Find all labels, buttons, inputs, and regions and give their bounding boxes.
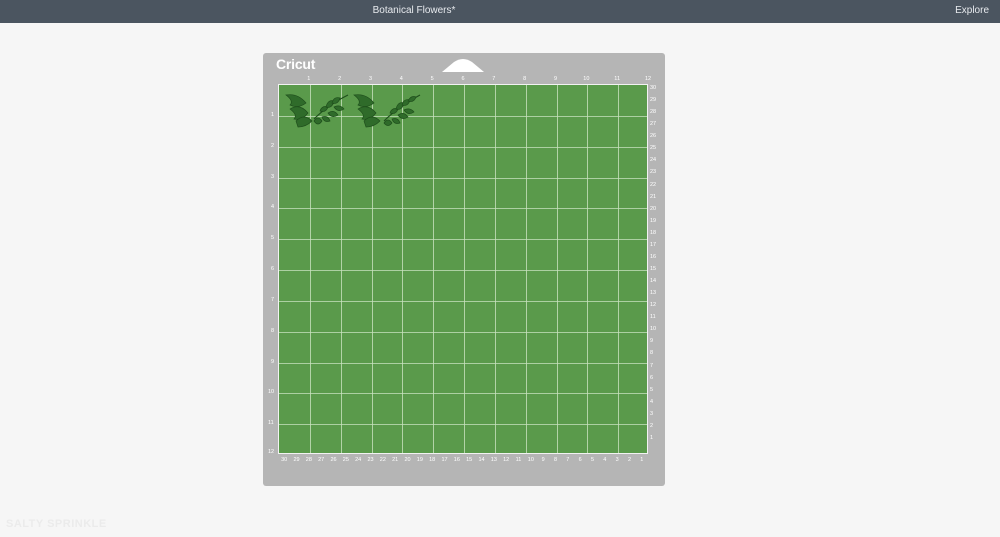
ruler-number: 24 xyxy=(650,157,657,164)
ruler-number: 30 xyxy=(650,85,657,91)
ruler-number: 8 xyxy=(553,457,558,463)
ruler-number: 11 xyxy=(650,314,656,321)
ruler-number: 27 xyxy=(650,121,657,128)
ruler-number: 9 xyxy=(553,76,558,82)
ruler-number: 5 xyxy=(650,386,654,393)
ruler-number: 1 xyxy=(271,111,275,118)
fern-leaf-design[interactable] xyxy=(284,91,424,129)
ruler-number: 4 xyxy=(399,76,403,82)
ruler-number: 22 xyxy=(650,181,657,188)
ruler-number: 29 xyxy=(293,457,300,463)
ruler-number: 2 xyxy=(650,422,654,429)
ruler-number: 8 xyxy=(271,327,275,334)
ruler-number: 11 xyxy=(515,457,522,463)
ruler-number: 3 xyxy=(615,457,619,463)
fern-leaf-icon xyxy=(353,94,381,128)
ruler-number: 7 xyxy=(650,362,654,369)
ruler-number: 3 xyxy=(368,76,373,82)
ruler-number: 30 xyxy=(281,457,288,463)
watermark: SALTY SPRINKLE xyxy=(6,518,107,530)
ruler-number: 8 xyxy=(523,76,527,82)
mat-cut-area[interactable] xyxy=(278,84,648,454)
ruler-number: 6 xyxy=(650,374,654,381)
explore-link[interactable]: Explore xyxy=(955,0,989,23)
ruler-number: 6 xyxy=(578,457,582,463)
cutting-mat: Cricut 1 2 3 4 5 6 7 8 9 10 11 12 1 2 3 4 5 6 7 8 9 10 11 12 3… xyxy=(263,53,665,486)
ruler-number: 5 xyxy=(271,235,275,242)
ruler-number: 11 xyxy=(268,420,274,427)
ruler-number: 1 xyxy=(640,457,644,463)
ruler-number: 29 xyxy=(650,97,657,104)
mat-hang-tab xyxy=(442,59,484,72)
ruler-number: 16 xyxy=(453,457,460,463)
ruler-number: 19 xyxy=(416,457,423,463)
ruler-number: 12 xyxy=(650,302,657,309)
ruler-number: 8 xyxy=(650,350,654,357)
ruler-number: 13 xyxy=(490,457,497,463)
ruler-number: 17 xyxy=(441,457,448,463)
ruler-number: 10 xyxy=(650,326,657,333)
ruler-number: 25 xyxy=(650,145,657,152)
ruler-number: 5 xyxy=(430,76,434,82)
ruler-number: 12 xyxy=(268,449,275,455)
ruler-number: 20 xyxy=(404,457,411,463)
fern-leaf-icon xyxy=(383,94,421,126)
ruler-number: 15 xyxy=(650,266,657,272)
ruler-number: 21 xyxy=(392,457,399,463)
ruler-number: 2 xyxy=(271,142,275,149)
ruler-number: 10 xyxy=(527,457,534,463)
ruler-number: 24 xyxy=(355,457,362,463)
ruler-number: 9 xyxy=(541,457,545,463)
ruler-number: 2 xyxy=(338,76,342,82)
ruler-number: 4 xyxy=(271,204,275,211)
ruler-number: 26 xyxy=(650,133,657,140)
ruler-number: 7 xyxy=(492,76,496,82)
project-title: Botanical Flowers* xyxy=(372,5,456,16)
ruler-number: 4 xyxy=(603,457,607,463)
ruler-number: 12 xyxy=(644,76,652,82)
ruler-number: 22 xyxy=(379,457,386,463)
fern-leaf-icon xyxy=(313,94,349,125)
ruler-number: 16 xyxy=(650,253,657,260)
ruler-number: 25 xyxy=(342,457,349,463)
ruler-number: 3 xyxy=(271,173,275,180)
ruler-number: 18 xyxy=(650,229,657,236)
ruler-number: 4 xyxy=(650,398,654,405)
ruler-number: 28 xyxy=(650,109,657,116)
ruler-number: 7 xyxy=(566,457,570,463)
fern-leaf-icon xyxy=(285,94,313,128)
ruler-number: 12 xyxy=(503,457,510,463)
ruler-number: 1 xyxy=(307,76,311,82)
ruler-number: 23 xyxy=(650,169,657,176)
ruler-number: 7 xyxy=(271,296,275,303)
ruler-number: 10 xyxy=(268,389,275,396)
ruler-number: 14 xyxy=(650,278,657,285)
ruler-number: 27 xyxy=(318,457,325,463)
ruler-number: 28 xyxy=(305,457,312,463)
ruler-number: 19 xyxy=(650,217,657,224)
ruler-number: 20 xyxy=(650,205,657,212)
ruler-number: 21 xyxy=(650,193,657,200)
ruler-number: 9 xyxy=(650,338,654,345)
ruler-number: 26 xyxy=(330,457,337,463)
ruler-number: 13 xyxy=(650,290,657,297)
ruler-number: 5 xyxy=(590,457,595,463)
ruler-number: 11 xyxy=(614,76,621,82)
ruler-number: 15 xyxy=(466,457,473,463)
ruler-number: 6 xyxy=(461,76,465,82)
ruler-number: 9 xyxy=(271,358,275,365)
ruler-number: 1 xyxy=(650,434,654,441)
ruler-number: 6 xyxy=(271,266,275,272)
ruler-number: 23 xyxy=(367,457,374,463)
top-bar: Botanical Flowers* Explore xyxy=(0,0,1000,23)
mat-grid xyxy=(279,85,647,453)
ruler-number: 17 xyxy=(650,241,657,248)
ruler-number: 10 xyxy=(583,76,590,82)
ruler-number: 18 xyxy=(429,457,436,463)
ruler-number: 3 xyxy=(650,410,654,417)
ruler-number: 2 xyxy=(627,457,632,463)
cricut-logo: Cricut xyxy=(276,56,316,72)
ruler-number: 14 xyxy=(478,457,485,463)
